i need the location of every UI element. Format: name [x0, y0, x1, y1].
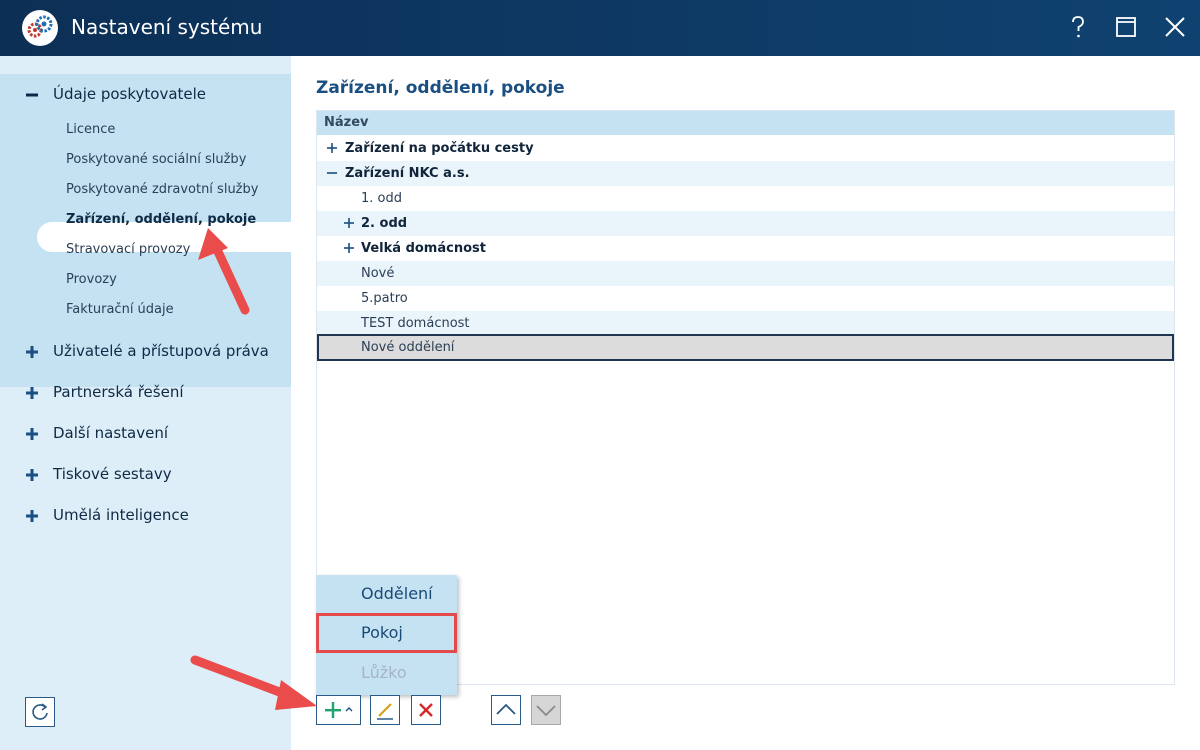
sidebar-group-label: Partnerská řešení	[53, 383, 184, 401]
expand-icon[interactable]	[22, 465, 42, 485]
sidebar-group-print-reports[interactable]: Tiskové sestavy	[0, 455, 291, 495]
tree-row[interactable]: 2. odd	[317, 211, 1174, 236]
delete-button[interactable]	[411, 695, 441, 725]
tree-row[interactable]: TEST domácnost	[317, 311, 1174, 336]
sidebar-item-social-services[interactable]: Poskytované sociální služby	[66, 152, 246, 167]
refresh-icon	[32, 703, 48, 720]
sidebar-group-label: Umělá inteligence	[53, 506, 189, 524]
help-icon[interactable]	[1063, 12, 1093, 42]
sidebar-item-licence[interactable]: Licence	[66, 122, 115, 137]
menu-item-label: Pokoj	[361, 623, 403, 642]
sidebar-item-catering[interactable]: Stravovací provozy	[66, 242, 190, 257]
tree-row-label: TEST domácnost	[361, 316, 470, 331]
sidebar-group-label: Uživatelé a přístupová práva	[53, 342, 269, 360]
move-down-icon	[536, 705, 556, 717]
tree-row-label: Nové oddělení	[361, 340, 455, 355]
sidebar-group-users[interactable]: Uživatelé a přístupová práva	[0, 332, 291, 372]
sidebar: Údaje poskytovatele Licence Poskytované …	[0, 56, 291, 750]
add-button[interactable]	[316, 695, 361, 725]
tree-row-label: Zařízení NKC a.s.	[345, 166, 470, 181]
add-dropdown-menu: Oddělení Pokoj Lůžko	[316, 575, 457, 695]
tree-row-label: Zařízení na počátku cesty	[345, 141, 534, 156]
delete-icon	[419, 703, 433, 717]
tree-row-label: Nové	[361, 266, 395, 281]
page-title: Zařízení, oddělení, pokoje	[316, 78, 565, 98]
add-icon	[325, 702, 341, 718]
collapse-icon[interactable]	[327, 168, 337, 178]
tree-row[interactable]: Nové	[317, 261, 1174, 286]
edit-button[interactable]	[370, 695, 400, 725]
sidebar-group-ai[interactable]: Umělá inteligence	[0, 496, 291, 536]
sidebar-item-operations[interactable]: Provozy	[66, 272, 117, 287]
tree-row-label: 2. odd	[361, 216, 408, 231]
menu-item-label: Oddělení	[361, 584, 433, 603]
tree-row-selected[interactable]: Nové oddělení	[317, 334, 1174, 361]
column-header-label: Název	[324, 115, 369, 130]
refresh-button[interactable]	[25, 697, 55, 727]
menu-item-department[interactable]: Oddělení	[316, 575, 457, 614]
expand-icon[interactable]	[22, 383, 42, 403]
sidebar-group-label: Tiskové sestavy	[53, 465, 172, 483]
move-up-button[interactable]	[491, 695, 521, 725]
move-up-icon	[496, 703, 516, 715]
app-gears-icon	[22, 10, 58, 46]
expand-icon[interactable]	[344, 218, 354, 228]
tree-row-label: 5.patro	[361, 291, 408, 306]
sidebar-item-billing[interactable]: Fakturační údaje	[66, 302, 174, 317]
close-icon[interactable]	[1160, 12, 1190, 42]
tree-row[interactable]: Velká domácnost	[317, 236, 1174, 261]
sidebar-group-provider[interactable]: Údaje poskytovatele	[0, 74, 291, 114]
tree-row[interactable]: Zařízení NKC a.s.	[317, 161, 1174, 186]
column-header-name[interactable]: Název	[317, 111, 1174, 135]
tree-row[interactable]: 5.patro	[317, 286, 1174, 311]
move-down-button	[531, 695, 561, 725]
expand-icon[interactable]	[344, 243, 354, 253]
expand-icon[interactable]	[22, 342, 42, 362]
maximize-icon[interactable]	[1111, 12, 1141, 42]
sidebar-item-facilities[interactable]: Zařízení, oddělení, pokoje	[66, 212, 256, 227]
window-title: Nastavení systému	[71, 15, 263, 39]
sidebar-group-label: Další nastavení	[53, 424, 169, 442]
sidebar-item-health-services[interactable]: Poskytované zdravotní služby	[66, 182, 258, 197]
expand-icon[interactable]	[327, 143, 337, 153]
sidebar-group-partners[interactable]: Partnerská řešení	[0, 373, 291, 413]
menu-item-bed: Lůžko	[316, 654, 457, 693]
expand-icon[interactable]	[22, 506, 42, 526]
menu-item-room[interactable]: Pokoj	[316, 613, 457, 653]
menu-item-label: Lůžko	[361, 663, 407, 682]
sidebar-group-label: Údaje poskytovatele	[53, 85, 207, 103]
edit-icon	[377, 703, 393, 720]
tree-row-label: 1. odd	[361, 191, 402, 206]
tree-row[interactable]: Zařízení na počátku cesty	[317, 136, 1174, 161]
tree-row[interactable]: 1. odd	[317, 186, 1174, 211]
tree-row-label: Velká domácnost	[361, 241, 486, 256]
sidebar-group-other-settings[interactable]: Další nastavení	[0, 414, 291, 454]
expand-icon[interactable]	[22, 424, 42, 444]
title-bar: Nastavení systému	[0, 0, 1200, 56]
collapse-icon[interactable]	[22, 85, 42, 105]
chevron-up-icon	[345, 707, 353, 712]
